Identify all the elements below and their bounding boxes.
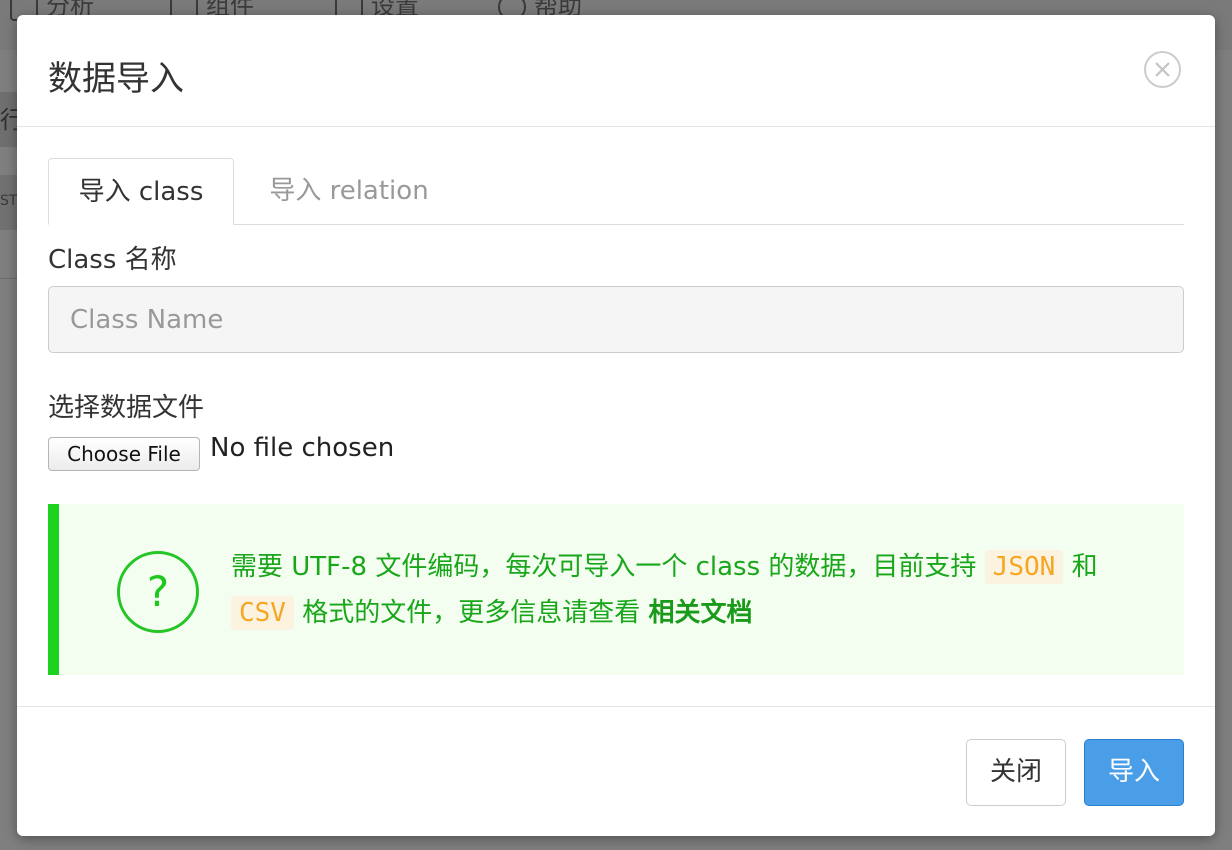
class-name-input[interactable]	[48, 286, 1184, 353]
import-dialog: 数据导入 导入 class 导入 relation Class 名称 选择数据文…	[17, 15, 1215, 836]
choose-file-button[interactable]: Choose File	[48, 437, 200, 471]
info-notice: ? 需要 UTF-8 文件编码，每次可导入一个 class 的数据，目前支持 J…	[48, 504, 1184, 675]
close-icon	[1155, 62, 1170, 77]
dialog-header: 数据导入	[17, 15, 1215, 127]
import-tabs: 导入 class 导入 relation	[48, 158, 1184, 225]
dialog-footer: 关闭 导入	[17, 706, 1215, 837]
import-button[interactable]: 导入	[1084, 739, 1184, 806]
close-button[interactable]	[1144, 51, 1181, 88]
json-code: JSON	[984, 550, 1064, 584]
notice-text: 需要 UTF-8 文件编码，每次可导入一个 class 的数据，目前支持 JSO…	[231, 550, 1098, 630]
class-name-label: Class 名称	[48, 245, 177, 275]
close-dialog-button[interactable]: 关闭	[966, 739, 1066, 806]
tab-import-class[interactable]: 导入 class	[48, 158, 234, 225]
file-label: 选择数据文件	[48, 393, 205, 423]
tab-import-relation[interactable]: 导入 relation	[254, 158, 444, 224]
docs-link[interactable]: 相关文档	[649, 598, 753, 628]
csv-code: CSV	[231, 596, 294, 630]
dialog-title: 数据导入	[48, 59, 184, 99]
question-icon: ?	[117, 551, 199, 633]
file-status: No file chosen	[210, 433, 395, 463]
